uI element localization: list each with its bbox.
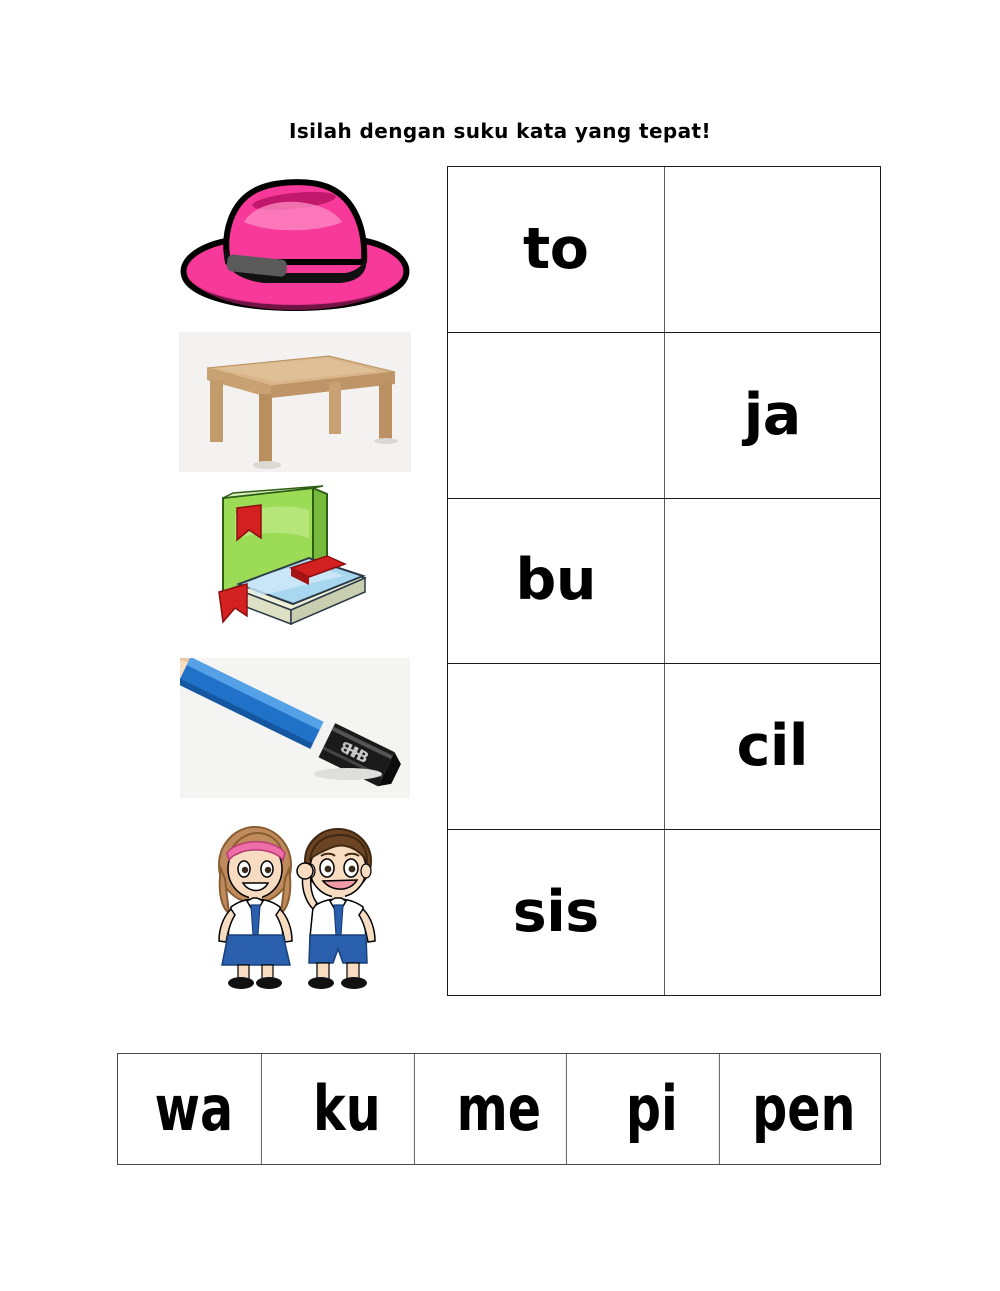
picture-pencil: HB HB bbox=[150, 647, 440, 809]
students-icon bbox=[218, 825, 376, 989]
word-bank: wa ku me pi pen bbox=[117, 1053, 881, 1165]
books-icon bbox=[218, 484, 368, 625]
picture-students bbox=[150, 809, 440, 996]
syllable-cell-left[interactable]: to bbox=[448, 167, 665, 332]
picture-hat bbox=[150, 166, 440, 324]
table-row: sis bbox=[448, 830, 880, 995]
table-row: cil bbox=[448, 664, 881, 831]
word-bank-item[interactable]: ku bbox=[280, 1054, 415, 1164]
word-bank-item[interactable]: me bbox=[432, 1054, 567, 1164]
syllable-cell-right[interactable] bbox=[665, 499, 881, 664]
syllable-cell-right[interactable] bbox=[665, 167, 881, 332]
table-row: ja bbox=[448, 332, 881, 499]
page-title: Isilah dengan suku kata yang tepat! bbox=[288, 119, 712, 143]
syllable-table: to ja bu cil sis bbox=[447, 166, 881, 996]
syllable-cell-left[interactable] bbox=[448, 332, 665, 498]
word-bank-item[interactable]: wa bbox=[127, 1054, 262, 1164]
word-bank-item[interactable]: pi bbox=[585, 1054, 720, 1164]
picture-column: HB HB bbox=[150, 166, 440, 996]
syllable-cell-right[interactable] bbox=[665, 830, 881, 995]
pencil-icon: HB HB bbox=[180, 658, 410, 798]
syllable-cell-left[interactable]: bu bbox=[448, 498, 665, 664]
picture-books bbox=[150, 480, 440, 647]
syllable-cell-left[interactable] bbox=[448, 664, 665, 830]
syllable-cell-left[interactable]: sis bbox=[448, 830, 665, 995]
picture-table bbox=[150, 324, 440, 480]
syllable-cell-right[interactable]: cil bbox=[665, 664, 881, 829]
hat-icon bbox=[180, 179, 410, 311]
table-icon bbox=[179, 332, 411, 472]
word-bank-item[interactable]: pen bbox=[737, 1054, 870, 1164]
table-row: bu bbox=[448, 498, 881, 665]
table-row: to bbox=[448, 167, 880, 333]
syllable-cell-right[interactable]: ja bbox=[665, 333, 881, 498]
